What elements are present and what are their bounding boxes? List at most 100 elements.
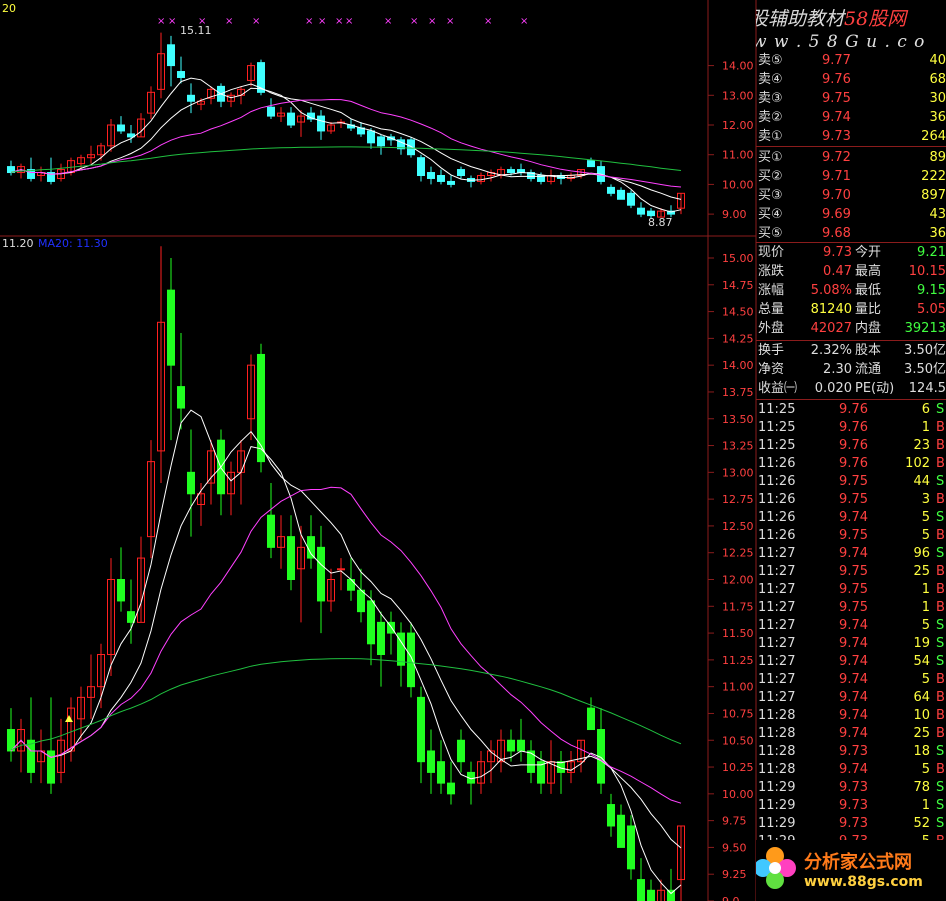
ask-row-cell: 9.74 [822,110,851,125]
top-candle-body [447,180,455,185]
tick-row-cell: 5 [921,618,930,633]
bid-row-cell: 买④ [758,207,783,222]
quote-row-cell: 5.05 [917,302,946,317]
tick-row-cell: 11:25 [758,420,796,435]
top-signal-marker: × [305,16,313,27]
top-candle-body [647,210,655,217]
bot-candle-body [317,546,325,602]
tick-row-cell: 10 [913,708,930,723]
tick-row-cell: 18 [913,744,930,759]
tick-row-cell: 5 [921,510,930,525]
tick-row-cell: S [936,816,945,831]
quote-row-cell: 涨跌 [758,264,785,279]
tick-row-cell: B [936,762,945,777]
top-candle-body [317,115,325,132]
fund-row-cell: 3.50亿 [904,362,946,377]
tick-row-cell: 9.74 [839,690,868,705]
quote-row-cell: 0.47 [823,264,852,279]
bot-tick-label: 10.50 [722,734,754,747]
tick-row-cell: 23 [913,438,930,453]
book-divider [756,146,946,147]
fund-row-cell: 3.50亿 [904,343,946,358]
bid-row-cell: 222 [921,169,946,184]
bid-row-cell: 9.72 [822,150,851,165]
top-signal-marker: × [345,16,353,27]
tick-row-cell: S [936,636,945,651]
tick-row-cell: S [936,654,945,669]
tick-row-cell: 11:27 [758,618,796,633]
bid-row: 买⑤ 9.68 36 [756,225,946,243]
tick-row-cell: B [936,528,945,543]
top-header-label: 20 [2,2,16,15]
quote-row-cell: 内盘 [855,321,882,336]
watermark-58gu-line1: 炒股辅助教材 [756,8,845,30]
fund-row-cell: 净资 [758,362,785,377]
ask-row: 卖④ 9.76 68 [756,71,946,89]
watermark-88gs-title: 分析家公式网 [804,852,912,873]
top-signal-marker: × [428,16,436,27]
ask-row-cell: 68 [929,72,946,87]
top-kline-panel[interactable]: 14.0013.0012.0011.0010.009.00× × × × × × × × × × ×… [7,16,754,221]
tick-row-cell: 1 [921,798,930,813]
tick-row-cell: 11:27 [758,690,796,705]
top-tick-label: 12.00 [722,119,754,132]
tick-row-cell: 9.75 [839,582,868,597]
tick-row: 11:26 9.75 3 B [756,491,946,509]
tick-row-cell: 11:27 [758,636,796,651]
top-candle-body [167,44,175,67]
quote-divider [756,242,946,243]
tick-row-cell: 25 [913,726,930,741]
bot-tick-label: 13.75 [722,386,754,399]
bot-tick-label: 13.25 [722,440,754,453]
tick-row: 11:27 9.75 25 B [756,563,946,581]
tick-row-cell: 11:26 [758,528,796,543]
ask-row: 卖⑤ 9.77 40 [756,52,946,70]
tick-row: 11:29 9.73 1 S [756,797,946,815]
bottom-kline-panel[interactable]: 15.00 14.75 14.50 14.25 14.00 13.75 13.50 13.25… [7,246,754,901]
fund-row: 净资 2.30 流通 3.50亿 [756,361,946,379]
quote-row-cell: 最低 [855,283,882,298]
bot-candle-body [167,289,175,366]
tick-row: 11:26 9.76 102 B [756,455,946,473]
tick-row-cell: 11:26 [758,474,796,489]
tick-row-cell: 52 [913,816,930,831]
ask-row-cell: 卖⑤ [758,53,783,68]
bot-candle-body [507,739,515,752]
top-candle-body [637,207,645,215]
tick-row: 11:27 9.75 1 B [756,599,946,617]
quote-row-cell: 9.73 [823,245,852,260]
low-price-label: 8.87 [648,216,673,229]
tick-row-cell: 9.74 [839,672,868,687]
quote-row: 涨幅 5.08% 最低 9.15 [756,282,946,300]
tick-row-cell: 9.74 [839,618,868,633]
tick-row-cell: 96 [913,546,930,561]
tick-row-cell: 9.73 [839,780,868,795]
ask-row-cell: 9.77 [822,53,851,68]
tick-row-cell: 11:25 [758,438,796,453]
tick-row-cell: 3 [921,492,930,507]
tick-row-cell: 78 [913,780,930,795]
bot-candle-body [647,889,655,901]
top-candle-body [187,94,195,102]
ask-row-cell: 9.75 [822,91,851,106]
tick-row-cell: 1 [921,420,930,435]
top-tick-label: 10.00 [722,178,754,191]
bid-row-cell: 买② [758,169,783,184]
tick-row-cell: 1 [921,600,930,615]
top-tick-label: 9.00 [722,208,747,221]
bot-candle-body [287,536,295,581]
top-tick-label: 14.00 [722,60,754,73]
tick-row-cell: 11:26 [758,456,796,471]
top-candle-body [617,189,625,200]
tick-row-cell: 9.76 [839,456,868,471]
tick-row-cell: 9.74 [839,654,868,669]
high-price-label: 15.11 [180,24,212,37]
quote-row-cell: 现价 [758,245,785,260]
top-signal-marker: × [225,16,233,27]
bot-tick-label: 13.00 [722,466,754,479]
bot-tick-label: 10.00 [722,788,754,801]
bottom-header-ma: MA20: 11.30 [38,237,108,250]
tick-row: 11:26 9.75 5 B [756,527,946,545]
top-candle-body [377,136,385,147]
bot-candle-body [627,825,635,870]
